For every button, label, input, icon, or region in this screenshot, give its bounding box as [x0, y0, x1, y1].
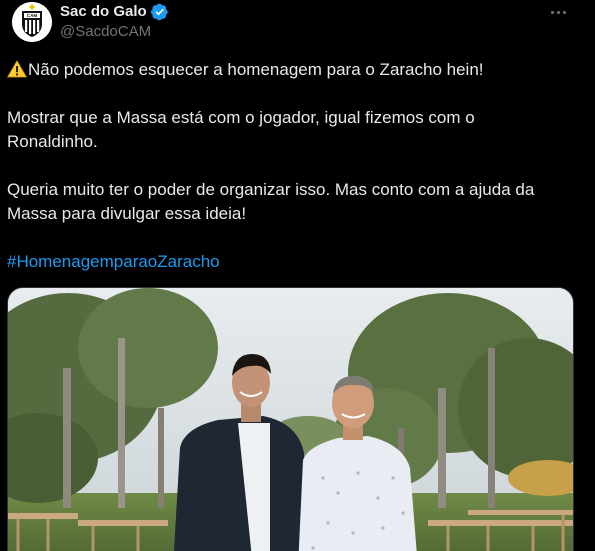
author-name-row: Sac do Galo	[60, 2, 169, 22]
tweet-line-3a: Queria muito ter o poder de organizar is…	[7, 180, 535, 199]
tweet-card: CAM Sac do Galo @SacdoCAM Não podemos es…	[0, 0, 595, 551]
author-handle[interactable]: @SacdoCAM	[60, 22, 151, 42]
tweet-line-1-text: Não podemos esquecer a homenagem para o …	[28, 60, 484, 79]
more-dot	[562, 10, 566, 14]
tweet-photo[interactable]	[7, 287, 574, 551]
tweet-line-2b: Ronaldinho.	[7, 132, 98, 151]
avatar[interactable]: CAM	[12, 2, 52, 42]
svg-text:CAM: CAM	[27, 13, 38, 18]
warning-icon	[7, 60, 27, 78]
hashtag-link[interactable]: #HomenagemparaoZaracho	[7, 252, 220, 271]
more-dot	[556, 10, 560, 14]
tweet-line-1: Não podemos esquecer a homenagem para o …	[7, 58, 587, 82]
tweet-text: Não podemos esquecer a homenagem para o …	[7, 58, 587, 274]
tweet-line-3b: Massa para divulgar essa ideia!	[7, 204, 247, 223]
club-crest-icon: CAM	[12, 2, 52, 42]
photo-two-men-outdoors	[8, 288, 573, 551]
more-options-icon	[550, 10, 554, 14]
author-display-name[interactable]: Sac do Galo	[60, 2, 147, 22]
verified-badge-icon	[150, 3, 168, 21]
tweet-line-2a: Mostrar que a Massa está com o jogador, …	[7, 108, 475, 127]
more-options-button[interactable]	[543, 2, 573, 22]
